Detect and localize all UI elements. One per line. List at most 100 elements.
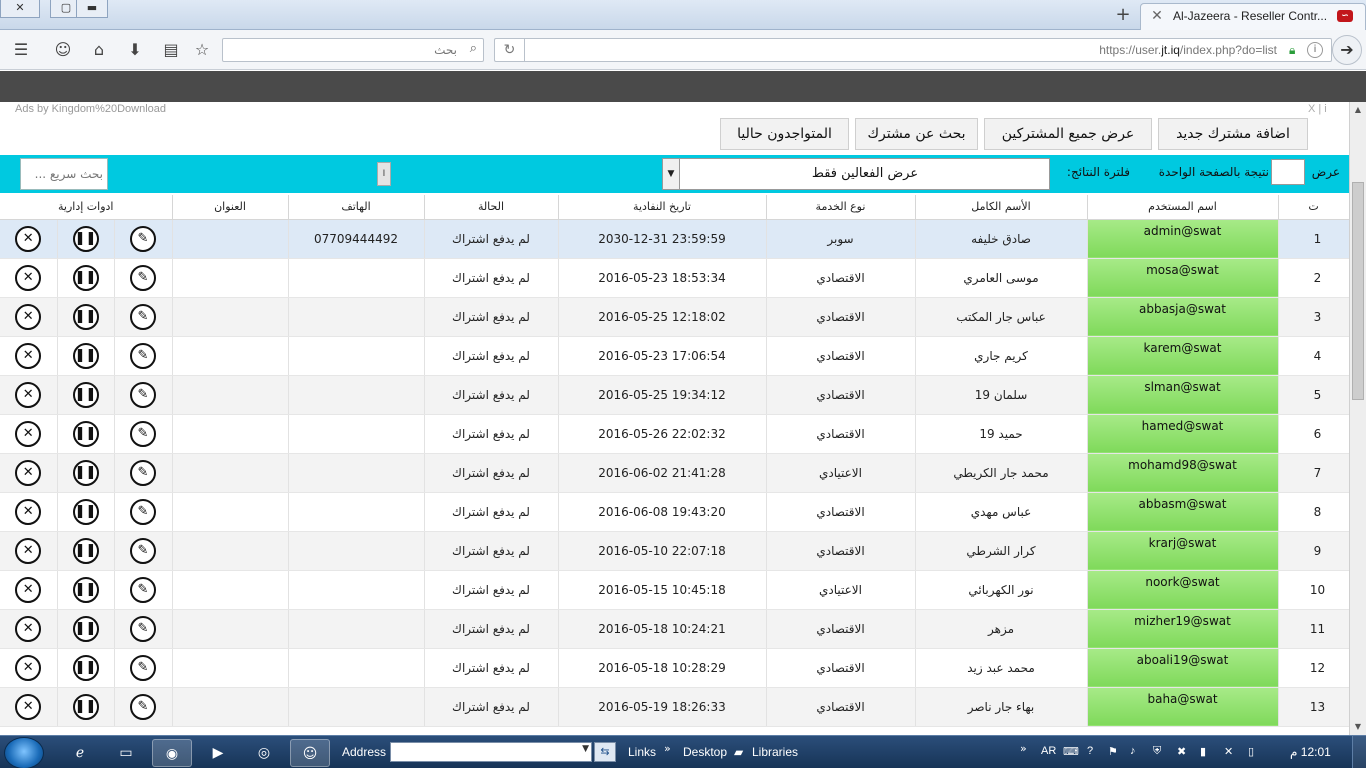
- toggle-button[interactable]: I: [377, 162, 391, 186]
- delete-icon[interactable]: ✕: [15, 498, 42, 525]
- pause-icon[interactable]: ❚❚: [72, 381, 99, 408]
- search-input[interactable]: [227, 41, 457, 59]
- username-cell[interactable]: hamed@swat: [1087, 414, 1279, 454]
- window-minimize-button[interactable]: ▬: [76, 0, 108, 18]
- pause-icon[interactable]: ❚❚: [72, 654, 99, 681]
- pause-icon[interactable]: ❚❚: [72, 420, 99, 447]
- edit-icon[interactable]: ✎: [130, 264, 156, 291]
- signal-icon[interactable]: ▮: [1200, 745, 1206, 758]
- username-cell[interactable]: mosa@swat: [1087, 258, 1279, 298]
- table-row[interactable]: ✕ ❚❚ ✎ لم يدفع اشتراك 2016-06-02 21:41:28 الا…: [0, 453, 1349, 493]
- search-field[interactable]: ⌕: [222, 38, 484, 62]
- edit-icon[interactable]: ✎: [130, 459, 156, 486]
- pause-icon[interactable]: ❚❚: [72, 576, 99, 603]
- delete-icon[interactable]: ✕: [15, 420, 42, 447]
- username-cell[interactable]: noork@swat: [1087, 570, 1279, 610]
- scroll-up-icon[interactable]: ▲: [1350, 102, 1366, 118]
- pause-icon[interactable]: ❚❚: [72, 498, 99, 525]
- pause-icon[interactable]: ❚❚: [72, 537, 99, 564]
- delete-icon[interactable]: ✕: [15, 303, 42, 330]
- edit-icon[interactable]: ✎: [130, 654, 156, 681]
- window-close-button[interactable]: ✕: [0, 0, 40, 18]
- pause-icon[interactable]: ❚❚: [72, 225, 99, 252]
- table-row[interactable]: ✕ ❚❚ ✎ لم يدفع اشتراك 2016-05-18 10:28:29 الا…: [0, 648, 1349, 688]
- media-player-icon[interactable]: ▶: [198, 739, 238, 767]
- per-page-input[interactable]: [1271, 159, 1305, 185]
- edit-icon[interactable]: ✎: [130, 615, 156, 642]
- links-toolbar[interactable]: Links: [628, 745, 656, 759]
- username-cell[interactable]: abbasja@swat: [1087, 297, 1279, 337]
- language-indicator[interactable]: AR: [1041, 745, 1056, 757]
- links-chevron-icon[interactable]: »: [664, 742, 671, 755]
- pause-icon[interactable]: ❚❚: [72, 459, 99, 486]
- delete-icon[interactable]: ✕: [15, 381, 42, 408]
- table-row[interactable]: ✕ ❚❚ ✎ لم يدفع اشتراك 2016-05-10 22:07:18 الا…: [0, 531, 1349, 571]
- internet-explorer-icon[interactable]: ℯ: [60, 739, 100, 767]
- edit-icon[interactable]: ✎: [130, 693, 156, 720]
- taskbar-clock[interactable]: 12:01 م: [1290, 745, 1331, 759]
- tray-expand-icon[interactable]: »: [1020, 742, 1027, 755]
- edit-icon[interactable]: ✎: [130, 576, 156, 603]
- network-error-icon[interactable]: ✖: [1177, 745, 1186, 758]
- delete-icon[interactable]: ✕: [15, 342, 42, 369]
- table-row[interactable]: ✕ ❚❚ ✎ لم يدفع اشتراك 2016-05-25 12:18:02 الا…: [0, 297, 1349, 337]
- table-row[interactable]: ✕ ❚❚ ✎ لم يدفع اشتراك 2016-05-23 17:06:54 الا…: [0, 336, 1349, 376]
- delete-icon[interactable]: ✕: [15, 264, 42, 291]
- show-desktop-button[interactable]: [1352, 736, 1366, 768]
- table-row[interactable]: ✕ ❚❚ ✎ لم يدفع اشتراك 2016-05-25 19:34:12 الا…: [0, 375, 1349, 415]
- scrollbar-thumb[interactable]: [1352, 182, 1364, 400]
- libraries-toolbar[interactable]: Libraries: [752, 745, 798, 759]
- vertical-scrollbar[interactable]: ▲ ▼: [1349, 102, 1366, 735]
- messenger-icon[interactable]: ☺: [290, 739, 330, 767]
- edit-icon[interactable]: ✎: [130, 225, 156, 252]
- pause-icon[interactable]: ❚❚: [72, 303, 99, 330]
- username-cell[interactable]: mizher19@swat: [1087, 609, 1279, 649]
- username-cell[interactable]: admin@swat: [1087, 219, 1279, 259]
- table-row[interactable]: ✕ ❚❚ ✎ لم يدفع اشتراك 2016-05-23 18:53:34 الا…: [0, 258, 1349, 298]
- quick-search-input[interactable]: [20, 158, 108, 190]
- lock-icon[interactable]: 🔒︎: [1289, 43, 1301, 57]
- table-row[interactable]: ✕ ❚❚ ✎ لم يدفع اشتراك 2016-05-19 18:26:33 الا…: [0, 687, 1349, 727]
- emoji-icon[interactable]: ☺: [52, 39, 74, 61]
- pause-icon[interactable]: ❚❚: [72, 264, 99, 291]
- delete-icon[interactable]: ✕: [15, 459, 42, 486]
- firefox-icon[interactable]: ◉: [152, 739, 192, 767]
- menu-icon[interactable]: ☰: [10, 39, 32, 61]
- table-row[interactable]: ✕ ❚❚ ✎ لم يدفع اشتراك 2016-05-18 10:24:21 الا…: [0, 609, 1349, 649]
- edit-icon[interactable]: ✎: [130, 381, 156, 408]
- home-icon[interactable]: ⌂: [88, 39, 110, 61]
- security-icon[interactable]: ⛨: [1153, 745, 1161, 758]
- keyboard-icon[interactable]: ⌨: [1063, 745, 1079, 758]
- help-icon[interactable]: ?: [1087, 745, 1093, 757]
- action-center-icon[interactable]: ⚑: [1108, 745, 1118, 758]
- chevron-down-icon[interactable]: ▼: [663, 159, 680, 189]
- tab-close-icon[interactable]: ✕: [1149, 8, 1165, 24]
- pause-icon[interactable]: ❚❚: [72, 693, 99, 720]
- url-text[interactable]: https://user.jt.iq/index.php?do=list: [1099, 43, 1277, 57]
- chrome-icon[interactable]: ◎: [244, 739, 284, 767]
- scroll-down-icon[interactable]: ▼: [1350, 719, 1366, 735]
- username-cell[interactable]: karem@swat: [1087, 336, 1279, 376]
- browser-tab[interactable]: ✕ Al-Jazeera - Reseller Contr... ∽: [1140, 3, 1366, 30]
- edit-icon[interactable]: ✎: [130, 537, 156, 564]
- table-row[interactable]: ✕ ❚❚ ✎ لم يدفع اشتراك 2016-06-08 19:43:20 الا…: [0, 492, 1349, 532]
- add-subscriber-button[interactable]: اضافة مشترك جديد: [1158, 118, 1308, 150]
- volume-icon[interactable]: ♪: [1130, 745, 1136, 757]
- chevron-down-icon[interactable]: ▼: [582, 744, 589, 754]
- edit-icon[interactable]: ✎: [130, 342, 156, 369]
- battery-icon[interactable]: ▯: [1248, 745, 1254, 758]
- edit-icon[interactable]: ✎: [130, 303, 156, 330]
- address-input[interactable]: ▼: [390, 742, 592, 762]
- download-icon[interactable]: ⬇: [124, 39, 146, 61]
- table-row[interactable]: ✕ ❚❚ ✎ لم يدفع اشتراك 2016-05-15 10:45:18 الا…: [0, 570, 1349, 610]
- username-cell[interactable]: krarj@swat: [1087, 531, 1279, 571]
- pause-icon[interactable]: ❚❚: [72, 615, 99, 642]
- new-tab-button[interactable]: +: [1112, 5, 1134, 27]
- username-cell[interactable]: slman@swat: [1087, 375, 1279, 415]
- delete-icon[interactable]: ✕: [15, 654, 42, 681]
- bookmark-star-icon[interactable]: ☆: [191, 39, 213, 61]
- username-cell[interactable]: aboali19@swat: [1087, 648, 1279, 688]
- start-button[interactable]: [4, 737, 44, 768]
- edit-icon[interactable]: ✎: [130, 498, 156, 525]
- delete-icon[interactable]: ✕: [15, 576, 42, 603]
